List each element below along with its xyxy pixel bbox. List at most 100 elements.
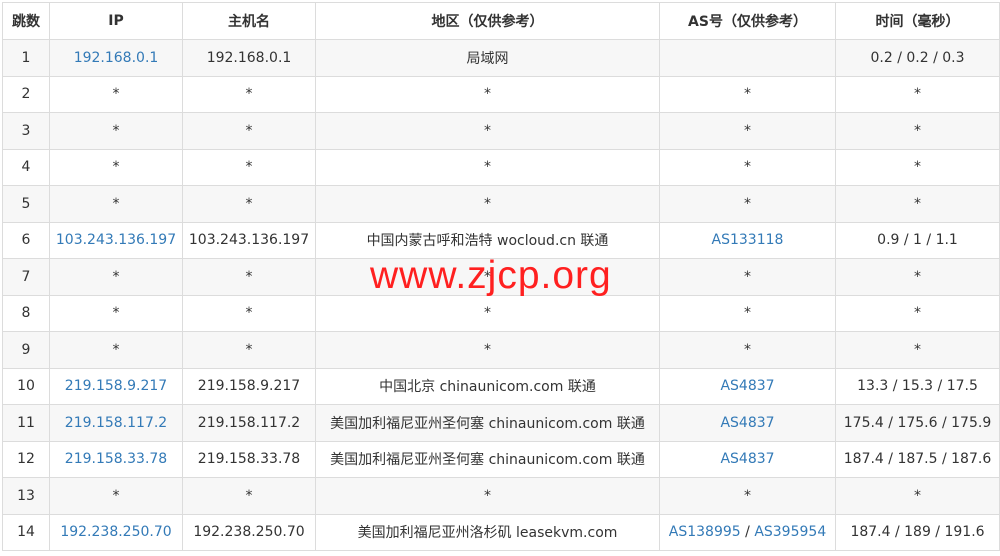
as-cell: *: [659, 75, 836, 113]
as-cell: AS4837: [659, 440, 836, 478]
hop-cell: 11: [2, 404, 50, 442]
hop-cell: 8: [2, 294, 50, 332]
as-value: *: [744, 341, 751, 358]
region-cell: 美国加利福尼亚州洛杉矶 leasekvm.com: [315, 513, 660, 551]
table-row: 6 103.243.136.197 103.243.136.197 中国内蒙古呼和浩特…: [2, 221, 1000, 259]
time-cell: 175.4 / 175.6 / 175.9: [835, 404, 1000, 442]
header-hostname: 主机名: [182, 2, 316, 40]
region-cell: *: [315, 331, 660, 369]
as-separator: /: [740, 524, 755, 541]
hostname-cell: 219.158.33.78: [182, 440, 316, 478]
as-cell: *: [659, 294, 836, 332]
region-cell: *: [315, 185, 660, 223]
region-cell: *: [315, 477, 660, 515]
region-cell: 局域网: [315, 39, 660, 77]
time-cell: *: [835, 477, 1000, 515]
header-hop: 跳数: [2, 2, 50, 40]
hostname-cell: 192.168.0.1: [182, 39, 316, 77]
hop-cell: 9: [2, 331, 50, 369]
hostname-cell: *: [182, 477, 316, 515]
ip-cell: *: [49, 75, 183, 113]
as-cell: AS4837: [659, 367, 836, 405]
ip-cell-link[interactable]: 219.158.33.78: [65, 451, 167, 467]
ip-cell: 219.158.9.217: [49, 367, 183, 405]
table-row: 3 * * * * *: [2, 112, 1000, 150]
region-cell: *: [315, 75, 660, 113]
as-value: *: [744, 122, 751, 139]
traceroute-table: 跳数 IP 主机名 地区（仅供参考） AS号（仅供参考） 时间（毫秒） 1 192…: [2, 2, 1000, 551]
hostname-cell: *: [182, 112, 316, 150]
ip-cell-link[interactable]: 192.168.0.1: [74, 50, 159, 66]
as-link[interactable]: AS4837: [720, 378, 774, 394]
hostname-cell: 219.158.117.2: [182, 404, 316, 442]
time-cell: 13.3 / 15.3 / 17.5: [835, 367, 1000, 405]
hop-cell: 7: [2, 258, 50, 296]
ip-cell: 219.158.117.2: [49, 404, 183, 442]
hop-cell: 1: [2, 39, 50, 77]
table-row: 7 * * * * *: [2, 258, 1000, 296]
hostname-cell: 103.243.136.197: [182, 221, 316, 259]
time-cell: 0.9 / 1 / 1.1: [835, 221, 1000, 259]
ip-cell-link[interactable]: 103.243.136.197: [56, 232, 176, 248]
time-cell: *: [835, 294, 1000, 332]
ip-cell: 192.238.250.70: [49, 513, 183, 551]
region-cell: 中国北京 chinaunicom.com 联通: [315, 367, 660, 405]
header-region: 地区（仅供参考）: [315, 2, 660, 40]
hostname-cell: *: [182, 148, 316, 186]
table-row: 9 * * * * *: [2, 331, 1000, 369]
time-cell: *: [835, 75, 1000, 113]
hostname-cell: *: [182, 185, 316, 223]
ip-cell: 103.243.136.197: [49, 221, 183, 259]
time-cell: *: [835, 331, 1000, 369]
hop-cell: 10: [2, 367, 50, 405]
region-cell: *: [315, 148, 660, 186]
as-value: *: [744, 305, 751, 322]
ip-cell-link[interactable]: 219.158.117.2: [65, 415, 167, 431]
as-cell: AS138995 / AS395954: [659, 513, 836, 551]
as-cell: AS4837: [659, 404, 836, 442]
header-as: AS号（仅供参考）: [659, 2, 836, 40]
as-link[interactable]: AS395954: [754, 524, 826, 540]
as-cell: AS133118: [659, 221, 836, 259]
as-cell: *: [659, 148, 836, 186]
ip-cell: *: [49, 331, 183, 369]
region-cell: 美国加利福尼亚州圣何塞 chinaunicom.com 联通: [315, 404, 660, 442]
region-cell: *: [315, 112, 660, 150]
hop-cell: 14: [2, 513, 50, 551]
hop-cell: 3: [2, 112, 50, 150]
ip-cell: *: [49, 294, 183, 332]
as-cell: *: [659, 331, 836, 369]
hop-cell: 2: [2, 75, 50, 113]
region-cell: 中国内蒙古呼和浩特 wocloud.cn 联通: [315, 221, 660, 259]
ip-cell: 192.168.0.1: [49, 39, 183, 77]
region-cell: 美国加利福尼亚州圣何塞 chinaunicom.com 联通: [315, 440, 660, 478]
hostname-cell: *: [182, 258, 316, 296]
table-body: 1 192.168.0.1 192.168.0.1 局域网 0.2 / 0.2 / 0.…: [2, 39, 1000, 551]
as-cell: *: [659, 185, 836, 223]
as-link[interactable]: AS133118: [712, 232, 784, 248]
ip-cell: *: [49, 477, 183, 515]
hostname-cell: 219.158.9.217: [182, 367, 316, 405]
ip-cell: 219.158.33.78: [49, 440, 183, 478]
table-row: 10 219.158.9.217 219.158.9.217 中国北京 chinaun…: [2, 367, 1000, 405]
time-cell: *: [835, 112, 1000, 150]
table-row: 5 * * * * *: [2, 185, 1000, 223]
time-cell: 0.2 / 0.2 / 0.3: [835, 39, 1000, 77]
table-row: 12 219.158.33.78 219.158.33.78 美国加利福尼亚州圣何塞 …: [2, 440, 1000, 478]
time-cell: *: [835, 258, 1000, 296]
hostname-cell: 192.238.250.70: [182, 513, 316, 551]
ip-cell: *: [49, 258, 183, 296]
as-link[interactable]: AS4837: [720, 451, 774, 467]
ip-cell-link[interactable]: 219.158.9.217: [65, 378, 167, 394]
as-value: *: [744, 268, 751, 285]
header-time: 时间（毫秒）: [835, 2, 1000, 40]
as-link[interactable]: AS138995: [669, 524, 741, 540]
table-row: 8 * * * * *: [2, 294, 1000, 332]
as-value: *: [744, 487, 751, 504]
hop-cell: 6: [2, 221, 50, 259]
as-value: *: [744, 159, 751, 176]
hop-cell: 12: [2, 440, 50, 478]
as-link[interactable]: AS4837: [720, 415, 774, 431]
ip-cell-link[interactable]: 192.238.250.70: [60, 524, 171, 540]
region-cell: *: [315, 294, 660, 332]
